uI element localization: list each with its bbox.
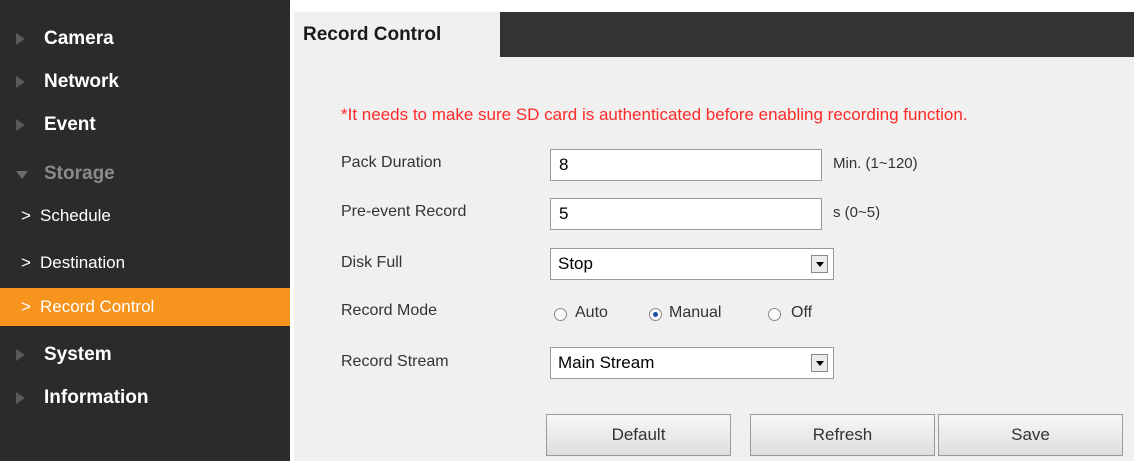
sidebar-item-label: Event xyxy=(44,114,96,135)
pack-duration-input[interactable] xyxy=(550,149,822,181)
pre-event-record-input[interactable] xyxy=(550,198,822,230)
record-mode-label: Record Mode xyxy=(341,302,438,319)
sidebar-item-label: Network xyxy=(44,71,119,92)
sd-card-notice: *It needs to make sure SD card is authen… xyxy=(341,105,968,124)
sidebar-item-schedule[interactable]: > Schedule xyxy=(0,198,290,234)
pack-duration-label: Pack Duration xyxy=(341,154,442,171)
chevron-right-icon: > xyxy=(21,297,31,316)
pre-event-record-label: Pre-event Record xyxy=(341,203,467,220)
record-mode-off-radio[interactable] xyxy=(768,308,781,321)
disk-full-select[interactable]: Stop xyxy=(550,248,834,280)
sidebar-item-system[interactable]: System xyxy=(0,337,290,373)
record-mode-manual-radio[interactable] xyxy=(649,308,662,321)
record-stream-label: Record Stream xyxy=(341,353,449,370)
sidebar-item-information[interactable]: Information xyxy=(0,380,290,416)
sidebar-item-event[interactable]: Event xyxy=(0,107,290,143)
sidebar-item-label: Schedule xyxy=(40,206,111,225)
collapsed-triangle-icon xyxy=(16,76,25,88)
disk-full-value: Stop xyxy=(558,254,593,273)
record-stream-select[interactable]: Main Stream xyxy=(550,347,834,379)
sidebar: Camera Network Event Storage > Schedule … xyxy=(0,0,290,461)
save-button[interactable]: Save xyxy=(938,414,1123,456)
collapsed-triangle-icon xyxy=(16,349,25,361)
dropdown-arrow-icon[interactable] xyxy=(811,354,828,372)
sidebar-item-label: Record Control xyxy=(40,297,155,316)
disk-full-label: Disk Full xyxy=(341,254,403,271)
expanded-triangle-icon xyxy=(16,171,28,179)
sidebar-item-label: System xyxy=(44,344,112,365)
chevron-right-icon: > xyxy=(21,206,31,225)
record-mode-manual-label: Manual xyxy=(669,304,722,321)
sidebar-item-storage[interactable]: Storage xyxy=(0,156,290,192)
collapsed-triangle-icon xyxy=(16,33,25,45)
dropdown-arrow-icon[interactable] xyxy=(811,255,828,273)
record-mode-off-label: Off xyxy=(791,304,813,321)
tab-record-control[interactable]: Record Control xyxy=(294,12,500,57)
sidebar-item-label: Storage xyxy=(44,163,115,184)
collapsed-triangle-icon xyxy=(16,392,25,404)
sidebar-item-label: Destination xyxy=(40,253,126,272)
sidebar-item-network[interactable]: Network xyxy=(0,64,290,100)
tab-label: Record Control xyxy=(303,23,442,45)
pack-duration-unit: Min. (1~120) xyxy=(833,155,918,172)
record-mode-auto-radio[interactable] xyxy=(554,308,567,321)
sidebar-item-record-control[interactable]: > Record Control xyxy=(0,288,290,326)
sidebar-item-label: Camera xyxy=(44,28,114,49)
record-stream-value: Main Stream xyxy=(558,353,655,372)
record-control-panel: *It needs to make sure SD card is authen… xyxy=(294,57,1134,461)
pre-event-record-unit: s (0~5) xyxy=(833,204,881,221)
record-mode-auto-label: Auto xyxy=(575,304,608,321)
sidebar-item-label: Information xyxy=(44,387,149,408)
collapsed-triangle-icon xyxy=(16,119,25,131)
refresh-button[interactable]: Refresh xyxy=(750,414,935,456)
default-button[interactable]: Default xyxy=(546,414,731,456)
sidebar-item-camera[interactable]: Camera xyxy=(0,21,290,57)
sidebar-item-destination[interactable]: > Destination xyxy=(0,245,290,281)
chevron-right-icon: > xyxy=(21,253,31,272)
